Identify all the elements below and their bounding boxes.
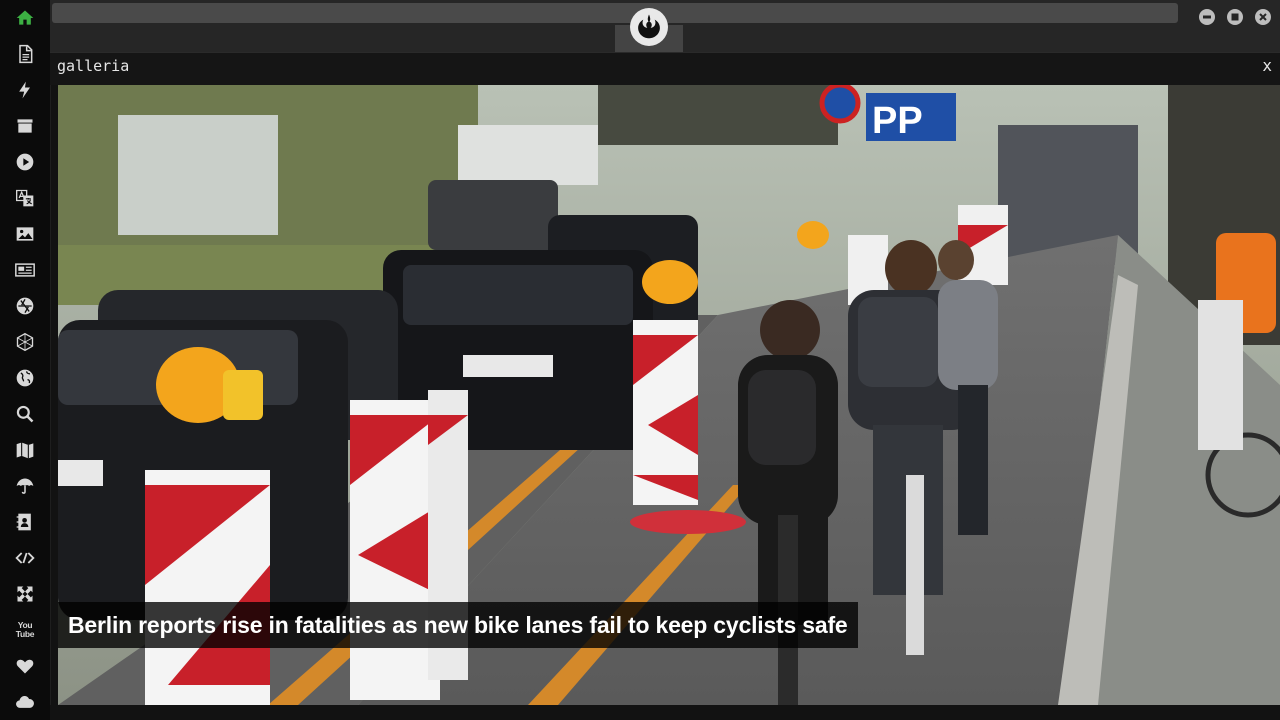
image-caption: Berlin reports rise in fatalities as new… — [58, 602, 858, 648]
newspaper-icon[interactable] — [14, 259, 36, 281]
search-icon[interactable] — [14, 403, 36, 425]
home-icon[interactable] — [14, 7, 36, 29]
parking-sign-text: PP — [872, 100, 923, 142]
lightning-icon[interactable] — [14, 79, 36, 101]
close-window-button[interactable] — [1255, 9, 1271, 25]
hexagon-icon[interactable] — [14, 331, 36, 353]
sidebar: You Tube — [0, 0, 51, 720]
title-bar — [50, 0, 1280, 52]
panel-close-button[interactable]: x — [1262, 56, 1272, 75]
globe-icon[interactable] — [14, 367, 36, 389]
code-icon[interactable] — [14, 547, 36, 569]
translate-icon[interactable] — [14, 187, 36, 209]
document-icon[interactable] — [14, 43, 36, 65]
maximize-button[interactable] — [1227, 9, 1243, 25]
cloud-icon[interactable] — [14, 691, 36, 713]
minimize-button[interactable] — [1199, 9, 1215, 25]
rebel-alliance-logo-icon[interactable] — [630, 8, 668, 46]
aperture-icon[interactable] — [14, 295, 36, 317]
gallery-image[interactable]: PP Berlin reports rise in fatalities as … — [58, 85, 1280, 705]
image-icon[interactable] — [14, 223, 36, 245]
map-icon[interactable] — [14, 439, 36, 461]
archive-icon[interactable] — [14, 115, 36, 137]
umbrella-icon[interactable] — [14, 475, 36, 497]
heart-icon[interactable] — [14, 655, 36, 677]
address-bar[interactable] — [52, 3, 1178, 23]
panel-title: galleria — [57, 57, 130, 75]
expand-icon[interactable] — [14, 583, 36, 605]
youtube-icon[interactable]: You Tube — [14, 619, 36, 641]
bottom-strip — [50, 705, 1280, 720]
panel-header: galleria x — [50, 52, 1280, 85]
contact-card-icon[interactable] — [14, 511, 36, 533]
play-icon[interactable] — [14, 151, 36, 173]
youtube-label: You Tube — [15, 620, 35, 639]
